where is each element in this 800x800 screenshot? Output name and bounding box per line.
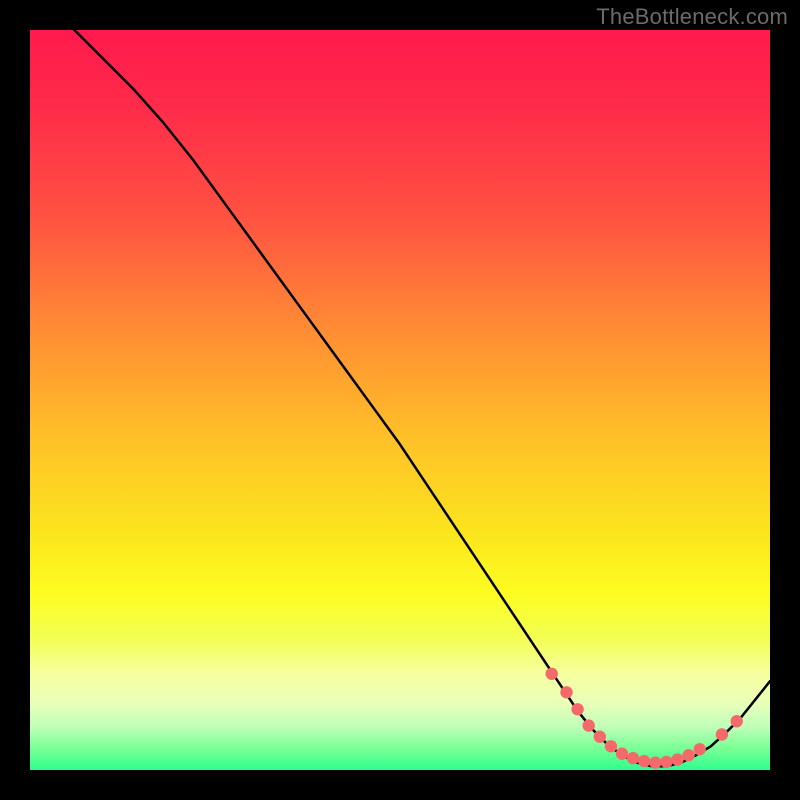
curve-svg (30, 30, 770, 770)
marker-point (571, 703, 583, 715)
marker-point (649, 756, 661, 768)
marker-point (638, 755, 650, 767)
marker-point (660, 756, 672, 768)
marker-point (560, 686, 572, 698)
marker-point (546, 668, 558, 680)
marker-point (731, 715, 743, 727)
plot-area (30, 30, 770, 770)
marker-group (546, 668, 743, 769)
marker-point (671, 753, 683, 765)
watermark-text: TheBottleneck.com (596, 4, 788, 30)
marker-point (594, 731, 606, 743)
marker-point (716, 728, 728, 740)
marker-point (682, 749, 694, 761)
chart-frame: TheBottleneck.com (0, 0, 800, 800)
marker-point (627, 752, 639, 764)
bottleneck-curve (74, 30, 770, 766)
marker-point (694, 743, 706, 755)
marker-point (583, 719, 595, 731)
marker-point (605, 740, 617, 752)
marker-point (616, 748, 628, 760)
